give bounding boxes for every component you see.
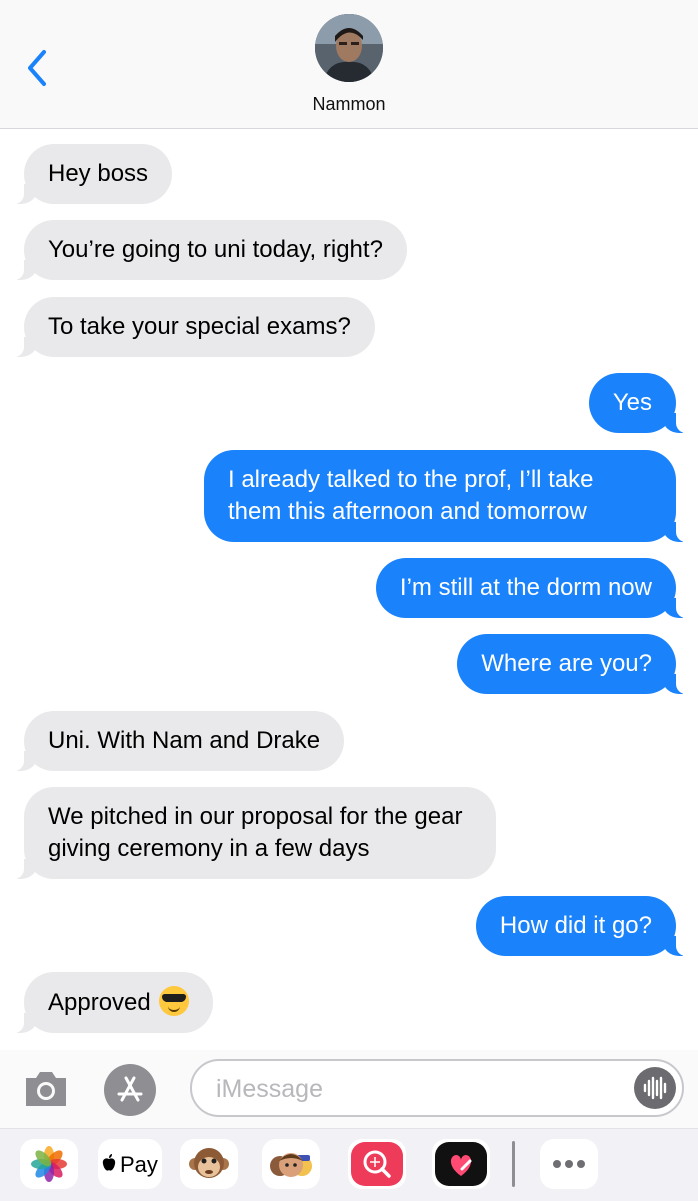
sunglasses-face-emoji xyxy=(158,986,189,1016)
message-text: Where are you? xyxy=(481,650,652,677)
sent-message[interactable]: I’m still at the dorm now xyxy=(375,558,687,618)
apple-pay-label: Pay xyxy=(120,1152,158,1177)
received-message[interactable]: Approved xyxy=(14,972,213,1033)
message-text: Approved xyxy=(48,989,151,1016)
camera-button[interactable] xyxy=(22,1068,70,1110)
digital-touch-icon xyxy=(435,1142,487,1186)
chevron-left-icon xyxy=(28,50,46,86)
animoji-button[interactable] xyxy=(180,1139,238,1189)
image-search-button[interactable] xyxy=(348,1139,406,1189)
sent-message[interactable]: Yes xyxy=(588,373,687,433)
app-drawer: Pay xyxy=(0,1128,698,1201)
sent-message[interactable]: I already talked to the prof, I’ll take … xyxy=(204,450,686,542)
back-button[interactable] xyxy=(22,48,56,88)
avatar-photo xyxy=(315,14,383,82)
message-text: Uni. With Nam and Drake xyxy=(48,727,321,754)
waveform-icon xyxy=(643,1076,667,1100)
message-input[interactable] xyxy=(214,1072,618,1106)
received-message[interactable]: Hey boss xyxy=(13,144,173,204)
animoji-monkey-icon xyxy=(189,1148,229,1178)
conversation-header: Nammon xyxy=(0,0,698,129)
app-store-button[interactable] xyxy=(104,1064,156,1116)
message-text: I already talked to the prof, I’ll take … xyxy=(228,466,594,525)
received-message[interactable]: To take your special exams? xyxy=(14,297,375,357)
digital-touch-button[interactable] xyxy=(432,1139,490,1189)
sent-message[interactable]: Where are you? xyxy=(457,634,686,694)
received-message[interactable]: You’re going to uni today, right? xyxy=(14,220,407,280)
apple-pay-icon xyxy=(102,1154,116,1171)
app-store-icon xyxy=(117,1076,143,1102)
message-text: I’m still at the dorm now xyxy=(399,574,652,601)
more-apps-icon xyxy=(553,1160,585,1168)
sent-message[interactable]: How did it go? xyxy=(475,896,687,956)
received-message[interactable]: Uni. With Nam and Drake xyxy=(13,711,345,771)
message-text: Yes xyxy=(612,389,652,416)
contact-avatar[interactable] xyxy=(315,14,383,82)
message-text: How did it go? xyxy=(499,912,652,939)
contact-name[interactable]: Nammon xyxy=(0,94,698,115)
received-message[interactable]: We pitched in our proposal for the gear … xyxy=(14,787,496,879)
photos-app-button[interactable] xyxy=(20,1139,78,1189)
message-text: Hey boss xyxy=(48,160,149,187)
apple-pay-button[interactable]: Pay xyxy=(98,1139,162,1189)
memoji-stickers-button[interactable] xyxy=(262,1139,320,1189)
camera-icon xyxy=(26,1072,66,1106)
message-text: To take your special exams? xyxy=(48,313,351,340)
message-text: You’re going to uni today, right? xyxy=(48,236,383,263)
compose-bar xyxy=(0,1050,698,1128)
drawer-divider xyxy=(512,1141,515,1187)
image-search-icon xyxy=(351,1142,403,1186)
more-apps-button[interactable] xyxy=(540,1139,598,1189)
message-text: We pitched in our proposal for the gear … xyxy=(48,803,463,862)
message-field[interactable] xyxy=(190,1059,684,1117)
audio-message-button[interactable] xyxy=(634,1067,676,1109)
photos-icon xyxy=(31,1146,67,1182)
memoji-stickers-icon xyxy=(270,1153,312,1177)
